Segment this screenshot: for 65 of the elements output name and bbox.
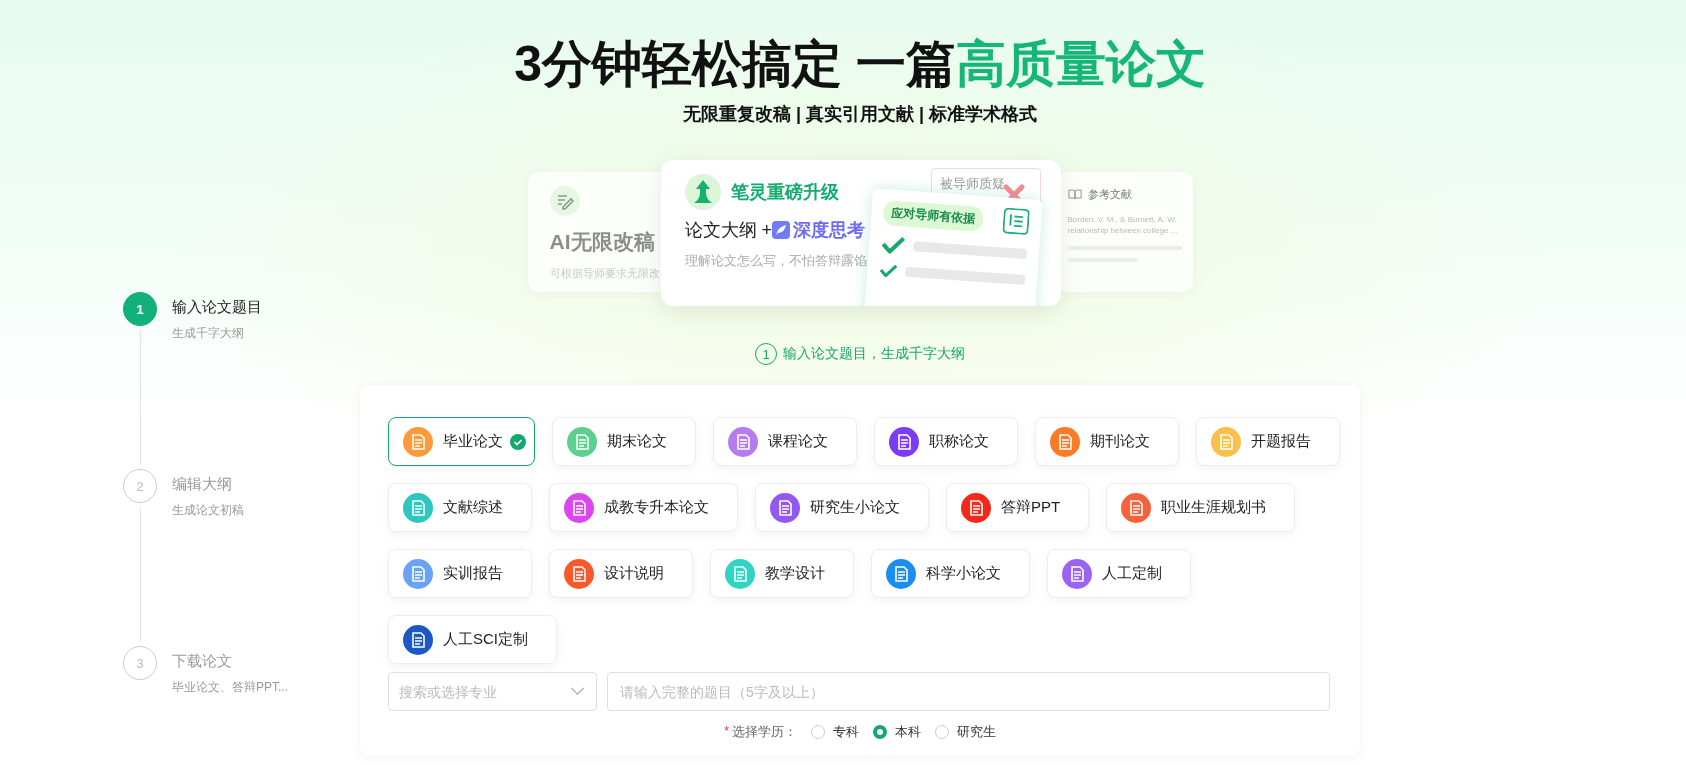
card-subtitle: 理解论文怎么写，不怕答辩露馅 xyxy=(684,252,868,270)
category-chip[interactable]: 人工SCI定制 xyxy=(388,615,557,664)
category-chip[interactable]: 开题报告 xyxy=(1196,417,1340,466)
category-chip[interactable]: 文献综述 xyxy=(388,483,532,532)
radio-option[interactable]: 本科 xyxy=(873,723,922,741)
category-chip[interactable]: 职称论文 xyxy=(874,417,1018,466)
upgrade-title: 笔灵重磅升级 xyxy=(730,181,839,204)
document-icon xyxy=(403,426,433,457)
check-icon xyxy=(510,433,526,450)
headline: 3分钟轻松搞定 一篇高质量论文 xyxy=(514,35,1206,94)
radio-option[interactable]: 研究生 xyxy=(935,723,997,741)
document-icon xyxy=(403,558,433,589)
category-chip[interactable]: 期刊论文 xyxy=(1035,417,1179,466)
card-title: 参考文献 xyxy=(1087,187,1132,202)
feature-text: 论文大纲 + xyxy=(684,219,772,242)
category-chip[interactable]: 科学小论文 xyxy=(871,549,1030,598)
check-mark-icon xyxy=(878,262,898,279)
card-title: AI无限改稿 xyxy=(549,229,656,255)
step-subtitle: 生成论文初稿 xyxy=(172,502,244,519)
field-label: 选择学历： xyxy=(732,723,798,741)
document-icon xyxy=(403,492,433,523)
reference-text: relationship between college ... xyxy=(1067,225,1179,236)
major-select[interactable]: 搜索或选择专业 xyxy=(388,672,597,711)
radio-option[interactable]: 专科 xyxy=(811,723,860,741)
document-icon xyxy=(725,558,755,589)
document-icon xyxy=(886,558,916,589)
category-chip[interactable]: 人工定制 xyxy=(1047,549,1191,598)
document-icon xyxy=(961,492,991,523)
step-subtitle: 生成千字大纲 xyxy=(172,325,245,342)
required-mark: * xyxy=(723,723,730,740)
category-chip[interactable]: 成教专升本论文 xyxy=(549,483,738,532)
step-subtitle: 毕业论文、答辩PPT... xyxy=(172,679,288,696)
pen-icon xyxy=(549,186,580,216)
step-caption: 输入论文题目，生成千字大纲 xyxy=(783,345,965,363)
document-icon xyxy=(1121,492,1152,523)
document-icon xyxy=(564,558,594,589)
category-chip[interactable]: 毕业论文 xyxy=(388,417,535,466)
category-chip[interactable]: 职业生涯规划书 xyxy=(1106,483,1296,532)
paper-tag: 应对导师有依据 xyxy=(882,199,984,232)
category-chip[interactable]: 教学设计 xyxy=(710,549,854,598)
document-icon xyxy=(403,624,433,655)
step-title[interactable]: 输入论文题目 xyxy=(172,298,262,317)
chevron-down-icon[interactable] xyxy=(570,687,585,696)
feather-icon xyxy=(772,221,790,239)
document-icon xyxy=(1062,558,1092,589)
document-icon xyxy=(567,426,597,457)
list-icon xyxy=(1001,207,1030,236)
category-chip[interactable]: 课程论文 xyxy=(713,417,857,466)
category-chip[interactable]: 设计说明 xyxy=(549,549,693,598)
document-icon xyxy=(728,426,758,457)
tagline: 无限重复改稿 | 真实引用文献 | 标准学术格式 xyxy=(682,103,1038,126)
document-icon xyxy=(1211,426,1241,457)
document-icon xyxy=(1050,426,1080,457)
check-mark-icon xyxy=(880,234,906,255)
feature-highlight: 深度思考 xyxy=(793,219,865,242)
book-icon xyxy=(1067,189,1082,200)
category-chip[interactable]: 期末论文 xyxy=(552,417,696,466)
note-text: 被导师质疑 xyxy=(939,175,1006,193)
document-icon xyxy=(564,492,594,523)
arrow-up-icon xyxy=(684,174,721,210)
document-icon xyxy=(889,426,919,457)
category-chip[interactable]: 答辩PPT xyxy=(946,483,1090,532)
category-chip[interactable]: 研究生小论文 xyxy=(755,483,929,532)
document-icon xyxy=(770,492,800,523)
category-chip[interactable]: 实训报告 xyxy=(388,549,532,598)
